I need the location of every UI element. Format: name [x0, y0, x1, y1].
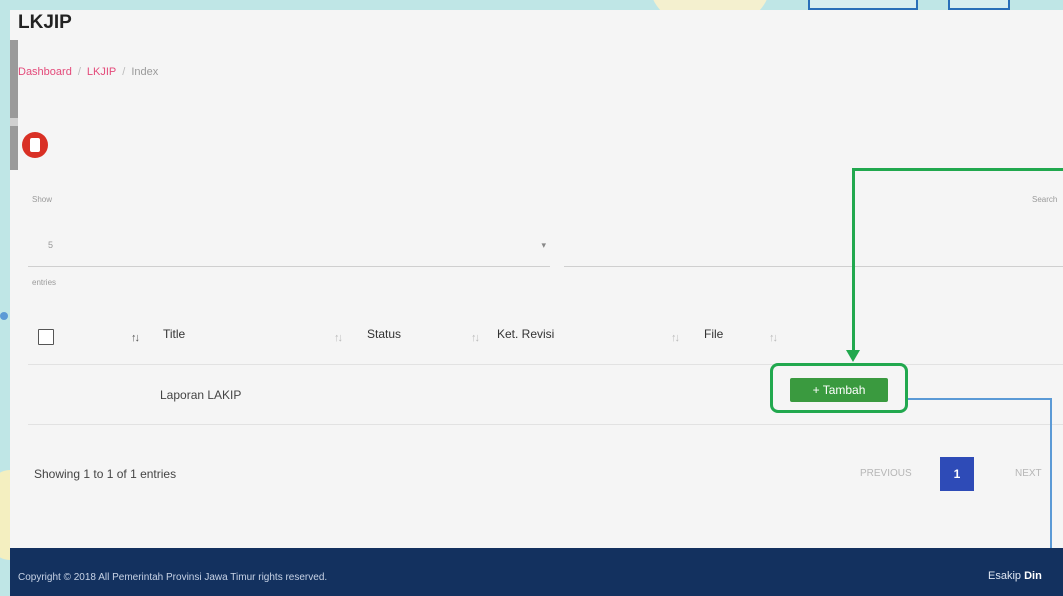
sort-icon[interactable]: ↑↓ — [769, 332, 778, 344]
top-outline-button[interactable] — [948, 0, 1010, 10]
breadcrumb-separator: / — [77, 66, 81, 78]
search-label: Search — [1032, 195, 1058, 204]
top-outline-button[interactable] — [808, 0, 918, 10]
show-label: Show — [32, 195, 53, 204]
breadcrumb-separator: / — [122, 66, 126, 78]
breadcrumb-index: Index — [131, 66, 159, 78]
column-header-status[interactable]: Status — [367, 327, 401, 341]
column-header-ket-revisi[interactable]: Ket. Revisi — [497, 327, 554, 341]
sort-icon[interactable]: ↑↓ — [671, 332, 680, 344]
annotation-arrow-icon — [846, 350, 860, 362]
main-panel: LKJIP Dashboard / LKJIP / Index Show 5 ▾ ent… — [10, 10, 1063, 548]
trash-icon — [30, 138, 40, 152]
footer-brand-prefix: Esakip — [988, 570, 1022, 582]
search-input[interactable] — [564, 228, 1063, 267]
annotation-line — [852, 168, 1063, 171]
select-all-checkbox[interactable] — [38, 329, 54, 345]
column-header-file[interactable]: File — [704, 327, 723, 341]
entries-select-value: 5 — [48, 240, 54, 250]
delete-button[interactable] — [22, 132, 48, 158]
sort-icon[interactable]: ↑↓ — [334, 332, 343, 344]
table-divider — [28, 424, 1063, 425]
footer: Copyright © 2018 All Pemerintah Provinsi… — [10, 548, 1063, 596]
sort-icon[interactable]: ↑↓ — [131, 332, 140, 344]
sort-icon[interactable]: ↑↓ — [471, 332, 480, 344]
breadcrumb: Dashboard / LKJIP / Index — [18, 66, 158, 78]
add-button[interactable]: + Tambah — [790, 378, 888, 402]
column-header-title[interactable]: Title — [163, 327, 185, 341]
footer-brand: Esakip Din — [988, 570, 1042, 582]
entries-select[interactable]: 5 ▾ — [28, 228, 550, 267]
chevron-down-icon: ▾ — [541, 240, 546, 250]
pagination-next[interactable]: NEXT — [1015, 468, 1042, 479]
annotation-dot — [0, 312, 8, 320]
annotation-line — [908, 398, 1052, 400]
table-info: Showing 1 to 1 of 1 entries — [34, 467, 177, 481]
side-strip — [10, 40, 18, 170]
footer-copyright: Copyright © 2018 All Pemerintah Provinsi… — [18, 572, 328, 583]
pagination-previous[interactable]: PREVIOUS — [860, 468, 912, 479]
table-divider — [28, 364, 1063, 365]
breadcrumb-lkjip[interactable]: LKJIP — [87, 66, 116, 78]
entries-label: entries — [32, 278, 57, 287]
breadcrumb-dashboard[interactable]: Dashboard — [18, 66, 72, 78]
annotation-line — [852, 170, 855, 355]
side-strip — [10, 118, 18, 126]
page-title: LKJIP — [18, 12, 72, 33]
table-cell-title: Laporan LAKIP — [160, 388, 242, 402]
footer-brand-bold: Din — [1024, 570, 1042, 582]
pagination-page-1[interactable]: 1 — [940, 457, 974, 491]
